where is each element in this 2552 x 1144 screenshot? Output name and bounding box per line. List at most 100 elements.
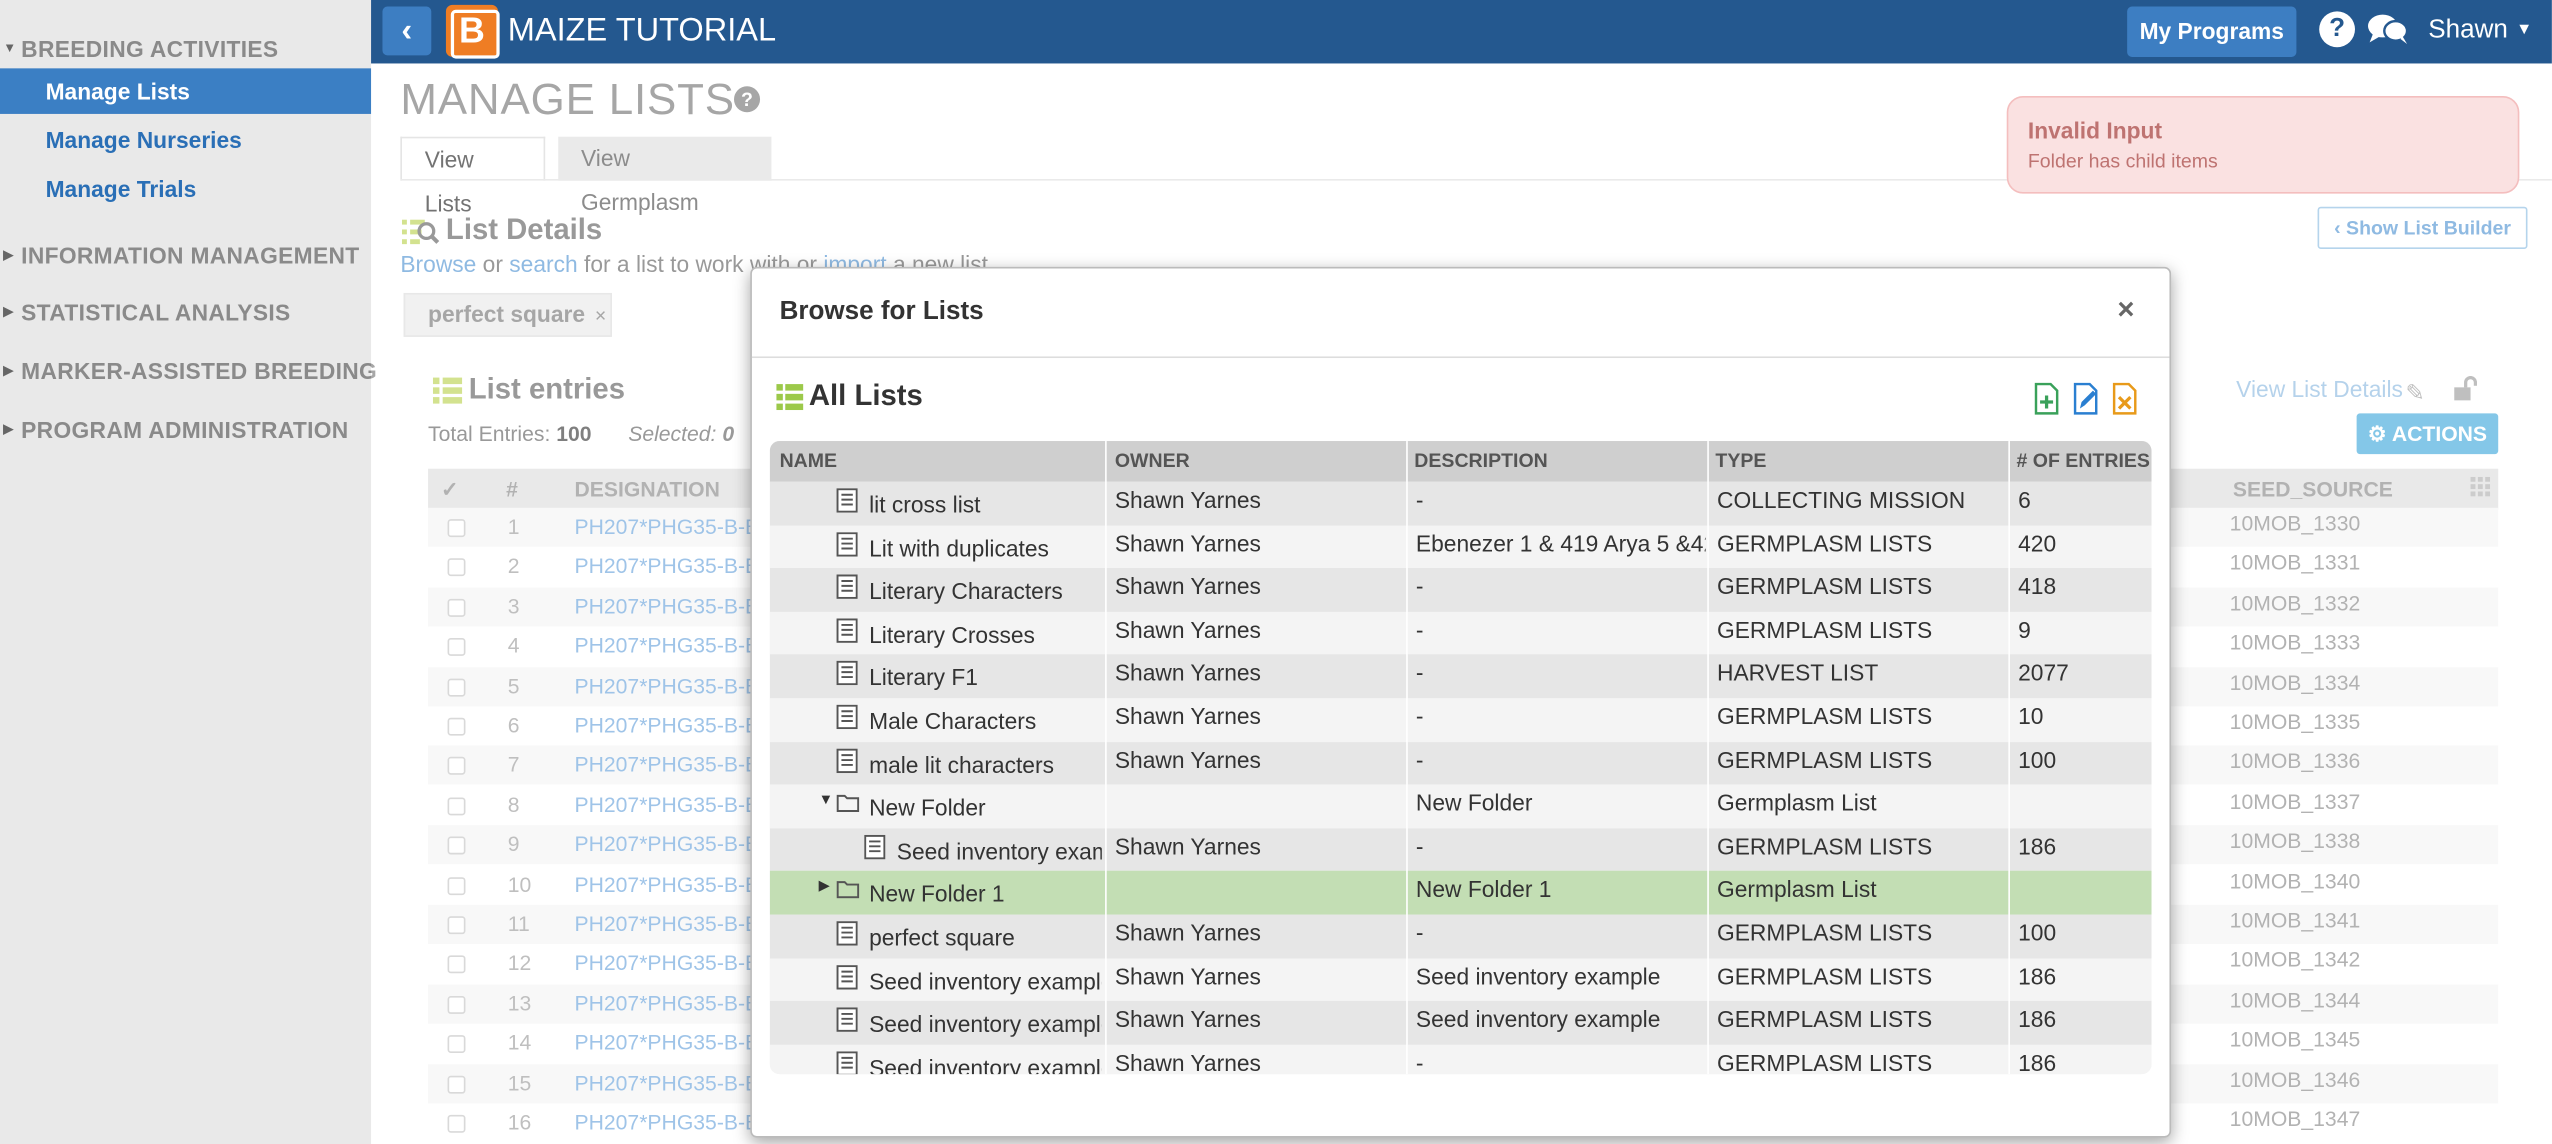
type-cell: GERMPLASM LISTS [1717,1049,1933,1075]
owner-cell: Shawn Yarnes [1114,962,1261,989]
caret-right-icon: ▶ [3,247,14,263]
column-divider [1406,441,1408,1075]
modal-divider [751,356,2170,359]
list-row[interactable]: Seed inventory example Shawn Yarnes - GERMP… [769,1044,2152,1075]
document-icon [836,1051,858,1075]
user-menu[interactable]: Shawn [2428,16,2508,45]
list-name[interactable]: male lit characters [869,751,1102,777]
entries-cell: 10 [2018,703,2044,730]
owner-cell: Shawn Yarnes [1114,529,1261,556]
sidebar-item-manage-trials[interactable]: Manage Trials [0,166,371,212]
entries-cell: 186 [2018,1049,2057,1075]
folder-row[interactable]: ▼ New Folder New Folder Germplasm List [769,784,2152,829]
caret-right-icon: ▶ [3,362,14,378]
column-divider [2008,441,2010,1075]
document-icon [836,618,858,643]
delete-list-icon[interactable] [2111,382,2140,415]
list-row[interactable]: Literary Crosses Shawn Yarnes - GERMPLASM L… [769,611,2152,655]
list-row[interactable]: male lit characters Shawn Yarnes - GERMPLAS… [769,741,2152,785]
type-cell: GERMPLASM LISTS [1717,832,1933,859]
column-header-name[interactable]: NAME [780,449,838,472]
document-icon [836,531,858,556]
list-name[interactable]: Seed inventory example [869,1054,1102,1074]
document-icon [836,921,858,946]
caret-down-icon[interactable]: ▼ [2516,21,2532,39]
caret-down-icon[interactable]: ▼ [819,791,834,807]
document-icon [836,747,858,773]
column-header-entries[interactable]: # OF ENTRIES [2016,449,2149,472]
description-cell: Ebenezer 1 & 419 Arya 5 &42. [1415,529,1706,556]
list-name[interactable]: Lit with duplicates [869,535,1102,561]
description-cell: Seed inventory example [1415,1006,1661,1033]
add-list-icon[interactable] [2033,382,2062,415]
owner-cell: Shawn Yarnes [1114,746,1261,773]
my-programs-button[interactable]: My Programs [2127,6,2297,57]
column-header-type[interactable]: TYPE [1715,449,1766,472]
help-icon[interactable]: ? [2319,11,2355,48]
list-name[interactable]: Seed inventory example [869,1011,1102,1037]
caret-down-icon: ▼ [3,40,17,56]
description-cell: - [1415,486,1424,513]
app-logo: B [445,4,500,59]
owner-cell: Shawn Yarnes [1114,616,1261,643]
list-name[interactable]: Seed inventory exam [897,838,1102,864]
list-name[interactable]: New Folder [869,795,1102,821]
rename-list-icon[interactable] [2072,382,2101,415]
entries-cell: 2077 [2018,659,2069,686]
caret-right-icon[interactable]: ▶ [819,878,830,896]
list-name[interactable]: Seed inventory example [869,968,1102,994]
description-cell: - [1415,832,1424,859]
sidebar-section-statistical-analysis[interactable]: ▶ STATISTICAL ANALYSIS [0,299,371,325]
list-row[interactable]: Male Characters Shawn Yarnes - GERMPLASM LI… [769,698,2152,742]
column-header-owner[interactable]: OWNER [1115,449,1190,472]
list-row[interactable]: Lit with duplicates Shawn Yarnes Ebenezer … [769,525,2152,569]
list-name[interactable]: Literary Crosses [869,621,1102,647]
close-icon[interactable]: × [2117,293,2134,327]
all-lists-heading: All Lists [808,379,923,412]
list-row[interactable]: perfect square Shawn Yarnes - GERMPLASM LIS… [769,914,2152,958]
list-name[interactable]: New Folder 1 [869,881,1102,907]
document-icon [836,661,858,686]
sidebar-item-manage-nurseries[interactable]: Manage Nurseries [0,117,371,163]
caret-right-icon: ▶ [3,304,14,319]
sidebar-section-program-administration[interactable]: ▶ PROGRAM ADMINISTRATION [0,417,371,443]
back-button[interactable]: ‹ [382,6,432,56]
document-icon [836,1007,858,1033]
folder-icon [836,881,860,899]
entries-cell: 100 [2018,746,2057,773]
document-icon [836,704,858,730]
chevron-left-icon: ‹ [401,13,413,49]
owner-cell: Shawn Yarnes [1114,1006,1261,1033]
entries-cell: 9 [2018,616,2031,643]
list-row[interactable]: Seed inventory example Shawn Yarnes Seed i… [769,1001,2152,1045]
description-cell: - [1415,1049,1424,1075]
list-row[interactable]: Seed inventory example Shawn Yarnes Seed i… [769,957,2152,1002]
chat-icon[interactable] [2366,13,2409,46]
list-row[interactable]: Literary Characters Shawn Yarnes - GERMPLAS… [769,568,2152,612]
sidebar-section-marker-assisted-breeding[interactable]: ▶ MARKER-ASSISTED BREEDING [0,358,377,384]
description-cell: - [1415,659,1424,686]
list-name[interactable]: Literary Characters [869,578,1102,604]
sidebar-section-information-management[interactable]: ▶ INFORMATION MANAGEMENT [0,242,371,268]
modal-title: Browse for Lists [779,297,984,326]
list-row[interactable]: lit cross list Shawn Yarnes - COLLECTING MI… [769,481,2152,526]
column-header-description[interactable]: DESCRIPTION [1414,449,1547,472]
list-name[interactable]: lit cross list [869,492,1102,518]
type-cell: GERMPLASM LISTS [1717,919,1933,946]
sidebar-section-breeding-activities[interactable]: ▼ BREEDING ACTIVITIES [0,36,371,62]
list-row[interactable]: Seed inventory exam Shawn Yarnes - GERMPLAS… [769,828,2152,872]
folder-icon [836,795,860,813]
caret-right-icon: ▶ [3,421,14,437]
list-name[interactable]: perfect square [869,924,1102,950]
list-row[interactable]: Literary F1 Shawn Yarnes - HARVEST LIST 2077 [769,654,2152,699]
column-divider [1707,441,1709,1075]
list-name[interactable]: Male Characters [869,708,1102,734]
entries-cell: 186 [2018,1006,2057,1033]
list-name[interactable]: Literary F1 [869,665,1102,691]
folder-row[interactable]: ▶ New Folder 1 New Folder 1 Germplasm List [769,871,2152,915]
type-cell: GERMPLASM LISTS [1717,703,1933,730]
sidebar-item-manage-lists[interactable]: Manage Lists [0,68,372,114]
type-cell: GERMPLASM LISTS [1717,573,1933,600]
type-cell: Germplasm List [1717,876,1877,903]
type-cell: GERMPLASM LISTS [1717,746,1933,773]
